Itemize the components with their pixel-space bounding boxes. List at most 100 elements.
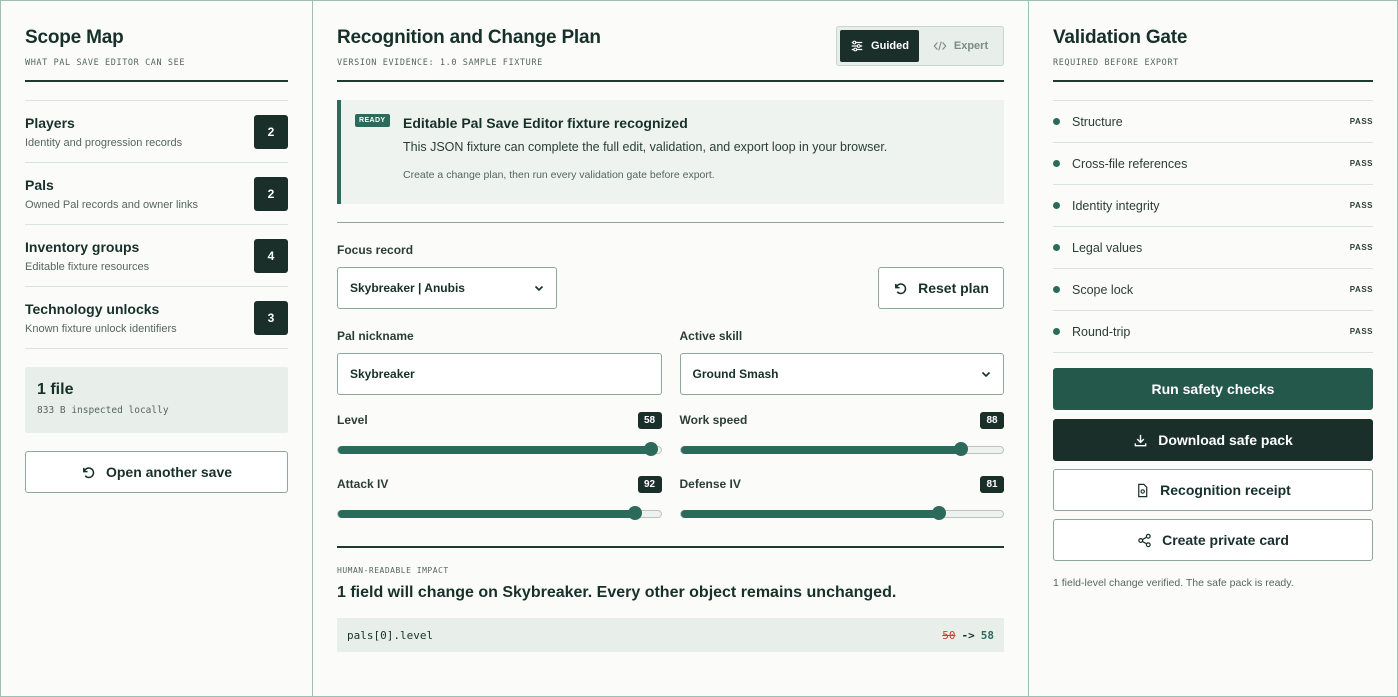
status-dot	[1053, 160, 1060, 167]
slider-thumb[interactable]	[643, 442, 658, 456]
slider-label: Defense IV	[679, 477, 741, 491]
validation-gate-panel: Validation Gate REQUIRED BEFORE EXPORT S…	[1029, 1, 1397, 696]
level-slider-block: Level 58	[337, 410, 662, 456]
chevron-down-icon	[981, 371, 991, 378]
scope-item-pals: Pals Owned Pal records and owner links 2	[25, 163, 288, 225]
download-icon	[1134, 434, 1147, 446]
divider	[337, 80, 1004, 82]
check-name: Cross-file references	[1072, 156, 1188, 171]
diff-arrow: ->	[961, 628, 975, 642]
open-another-save-label: Open another save	[105, 464, 233, 480]
check-status: PASS	[1349, 117, 1373, 126]
slider-fill	[338, 446, 651, 454]
active-skill-select[interactable]: Ground Smash	[679, 353, 1004, 395]
slider-thumb[interactable]	[627, 506, 642, 520]
open-another-save-button[interactable]: Open another save	[25, 451, 288, 493]
mode-expert-button[interactable]: Expert	[921, 30, 1000, 62]
check-name: Identity integrity	[1072, 198, 1160, 213]
chevron-down-icon	[534, 285, 544, 292]
active-skill-value: Ground Smash	[692, 367, 779, 381]
work-speed-slider-block: Work speed 88	[679, 410, 1004, 456]
download-safe-pack-button[interactable]: Download safe pack	[1053, 419, 1373, 461]
reset-plan-button[interactable]: Reset plan	[878, 267, 1004, 309]
scope-item-title: Players	[25, 114, 75, 131]
attack-iv-slider-block: Attack IV 92	[337, 474, 662, 520]
file-count: 1 file	[37, 381, 74, 398]
count-badge: 2	[254, 114, 288, 149]
check-status: PASS	[1349, 159, 1373, 168]
diff-new-value: 58	[980, 628, 994, 642]
impact-summary: 1 field will change on Skybreaker. Every…	[337, 584, 897, 601]
slider-value: 88	[980, 411, 1004, 429]
scope-map-panel: Scope Map WHAT PAL SAVE EDITOR CAN SEE P…	[1, 1, 313, 696]
divider	[337, 222, 1004, 223]
validation-checks: Structure PASS Cross-file references PAS…	[1053, 100, 1373, 353]
change-plan-panel: Recognition and Change Plan VERSION EVID…	[313, 1, 1029, 696]
recognition-title: Editable Pal Save Editor fixture recogni…	[403, 115, 688, 131]
check-scope-lock: Scope lock PASS	[1053, 269, 1373, 311]
share-icon	[1138, 533, 1151, 547]
slider-fill	[338, 510, 635, 518]
check-round-trip: Round-trip PASS	[1053, 311, 1373, 353]
attack-iv-slider[interactable]	[337, 506, 662, 520]
recognition-desc: This JSON fixture can complete the full …	[403, 140, 888, 154]
check-identity-integrity: Identity integrity PASS	[1053, 185, 1373, 227]
slider-label: Attack IV	[337, 477, 389, 491]
check-legal-values: Legal values PASS	[1053, 227, 1373, 269]
divider	[25, 80, 288, 82]
check-status: PASS	[1349, 285, 1373, 294]
check-status: PASS	[1349, 201, 1373, 210]
code-icon	[933, 41, 947, 51]
scope-item-desc: Editable fixture resources	[25, 260, 150, 273]
defense-iv-slider[interactable]	[679, 506, 1004, 520]
work-speed-slider[interactable]	[679, 442, 1004, 456]
slider-thumb[interactable]	[931, 506, 946, 520]
level-slider[interactable]	[337, 442, 662, 456]
scope-item-title: Inventory groups	[25, 238, 140, 255]
count-badge: 3	[254, 300, 288, 335]
impact-label: HUMAN-READABLE IMPACT	[337, 566, 449, 575]
focus-record-value: Skybreaker | Anubis	[350, 281, 465, 295]
scope-item-inventory-groups: Inventory groups Editable fixture resour…	[25, 225, 288, 287]
scope-map-title: Scope Map	[25, 27, 124, 48]
document-icon	[1138, 483, 1148, 497]
reload-icon	[895, 282, 907, 294]
status-dot	[1053, 118, 1060, 125]
slider-value: 58	[637, 411, 662, 429]
check-name: Round-trip	[1072, 324, 1131, 339]
focus-record-label: Focus record	[337, 243, 414, 257]
file-size: 833 B inspected locally	[37, 405, 169, 416]
slider-label: Level	[337, 413, 368, 427]
check-structure: Structure PASS	[1053, 101, 1373, 143]
scope-item-title: Pals	[25, 176, 54, 193]
recognition-receipt-button[interactable]: Recognition receipt	[1053, 469, 1373, 511]
count-badge: 2	[254, 176, 288, 211]
mode-guided-button[interactable]: Guided	[840, 30, 919, 62]
scope-item-desc: Owned Pal records and owner links	[25, 198, 199, 211]
slider-fill	[680, 446, 962, 454]
nickname-input[interactable]: Skybreaker	[337, 353, 662, 395]
focus-record-select[interactable]: Skybreaker | Anubis	[337, 267, 557, 309]
slider-value: 81	[980, 475, 1004, 493]
slider-fill	[680, 510, 939, 518]
reload-icon	[83, 466, 95, 478]
diff-old-value: 50	[942, 628, 956, 642]
active-skill-label: Active skill	[679, 329, 743, 343]
status-dot	[1053, 286, 1060, 293]
scope-list: Players Identity and progression records…	[25, 100, 288, 349]
check-cross-file-references: Cross-file references PASS	[1053, 143, 1373, 185]
create-private-card-button[interactable]: Create private card	[1053, 519, 1373, 561]
recognition-receipt-label: Recognition receipt	[1160, 482, 1291, 498]
run-safety-checks-button[interactable]: Run safety checks	[1053, 368, 1373, 410]
defense-iv-slider-block: Defense IV 81	[679, 474, 1004, 520]
status-dot	[1053, 244, 1060, 251]
slider-thumb[interactable]	[954, 442, 969, 456]
scope-item-players: Players Identity and progression records…	[25, 101, 288, 163]
mode-guided-label: Guided	[871, 40, 909, 52]
check-status: PASS	[1349, 243, 1373, 252]
gate-title: Validation Gate	[1053, 27, 1188, 48]
recognition-banner: READY Editable Pal Save Editor fixture r…	[337, 100, 1004, 204]
slider-value: 92	[637, 475, 662, 493]
check-name: Scope lock	[1072, 282, 1134, 297]
check-status: PASS	[1349, 327, 1373, 336]
